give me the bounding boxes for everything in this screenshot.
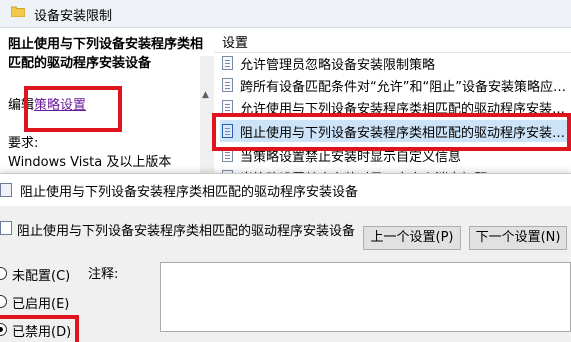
editor-title-bar: 设备安装限制: [0, 0, 571, 28]
policy-editor-window: 设备安装限制 阻止使用与下列设备安装程序类相匹配的驱动程序安装设备 编辑策略设置…: [0, 0, 571, 187]
policy-row-label: 阻止使用与下列设备安装程序类相匹配的驱动程序安装…: [240, 126, 566, 141]
next-setting-button[interactable]: 下一个设置(N): [469, 226, 567, 250]
policy-row[interactable]: 当策略设置禁止安装时显示自定义信息: [220, 144, 571, 166]
radio-button-selected[interactable]: [0, 323, 7, 336]
policy-setting-icon: [0, 221, 12, 235]
radio-label: 已禁用(D): [12, 325, 72, 340]
policy-row-label: 允许管理员忽略设备安装限制策略: [240, 58, 436, 73]
dialog-title-bar: 阻止使用与下列设备安装程序类相匹配的驱动程序安装设备: [0, 174, 571, 205]
folder-icon: [11, 6, 25, 17]
radio-label: 已启用(E): [12, 297, 70, 312]
description-scrollbar[interactable]: ▲: [200, 56, 214, 182]
dialog-title: 阻止使用与下列设备安装程序类相匹配的驱动程序安装设备: [20, 185, 359, 200]
policy-setting-icon: [222, 124, 233, 138]
policy-setting-icon: [222, 100, 233, 114]
policy-row-selected[interactable]: 阻止使用与下列设备安装程序类相匹配的驱动程序安装…: [220, 120, 571, 142]
policy-row[interactable]: 跨所有设备匹配条件对“允许”和“阻止”设备安装策略应…: [220, 74, 571, 96]
policy-row-label: 允许使用与下列设备安装程序类相匹配的驱动程序安装…: [240, 102, 566, 117]
policy-setting-icon: [0, 183, 12, 197]
policy-row[interactable]: 允许使用与下列设备安装程序类相匹配的驱动程序安装…: [220, 96, 571, 118]
policy-heading: 阻止使用与下列设备安装程序类相匹配的驱动程序安装设备: [8, 37, 204, 71]
previous-setting-button[interactable]: 上一个设置(P): [363, 226, 461, 250]
policy-setting-icon: [222, 56, 233, 70]
edit-prefix: 编辑: [8, 98, 35, 113]
settings-column-header[interactable]: 设置: [222, 32, 248, 51]
comment-textarea[interactable]: [160, 262, 571, 332]
dialog-body: 未配置(C) 已启用(E) 已禁用(D) 注释:: [0, 250, 571, 342]
radio-button[interactable]: [0, 295, 7, 308]
editor-title: 设备安装限制: [34, 9, 113, 24]
radio-label: 未配置(C): [12, 269, 71, 284]
policy-setting-dialog: 阻止使用与下列设备安装程序类相匹配的驱动程序安装设备 阻止使用与下列设备安装程序…: [0, 173, 571, 342]
policy-setting-icon: [222, 148, 233, 162]
policy-row-label: 跨所有设备匹配条件对“允许”和“阻止”设备安装策略应…: [240, 80, 566, 95]
comment-label: 注释:: [88, 267, 119, 282]
policy-row[interactable]: 允许管理员忽略设备安装限制策略: [220, 52, 571, 74]
settings-list-pane: 设置 允许管理员忽略设备安装限制策略 跨所有设备匹配条件对“允许”和“阻止”设备…: [214, 28, 571, 187]
scroll-up-arrow-icon[interactable]: ▲: [202, 90, 209, 100]
description-pane: 阻止使用与下列设备安装程序类相匹配的驱动程序安装设备 编辑策略设置 要求: Wi…: [0, 28, 212, 182]
policy-row-label: 当策略设置禁止安装时显示自定义信息: [240, 150, 462, 165]
policy-setting-icon: [222, 78, 233, 92]
edit-line: 编辑策略设置: [8, 94, 86, 113]
requirements-label: 要求:: [8, 136, 39, 151]
requirements-value: Windows Vista 及以上版本: [8, 155, 172, 170]
setting-name: 阻止使用与下列设备安装程序类相匹配的驱动程序安装设备: [17, 224, 356, 239]
policy-settings-link[interactable]: 策略设置: [34, 98, 86, 113]
radio-button[interactable]: [0, 267, 7, 280]
